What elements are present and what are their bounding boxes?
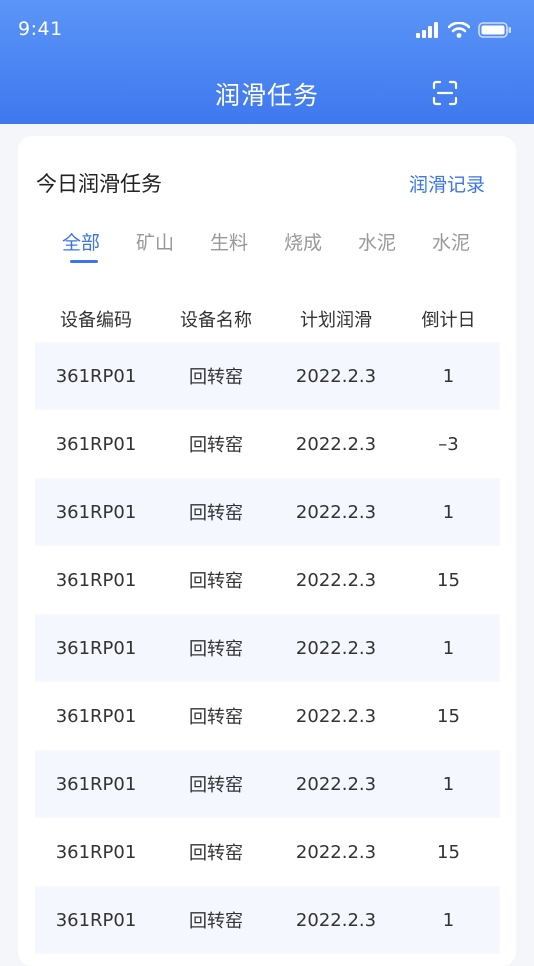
- tab-label: 全部: [61, 232, 100, 254]
- tab-label: 矿山: [135, 232, 174, 254]
- cell-countdown: 1: [442, 773, 455, 795]
- table-row[interactable]: 361RP01 回转窑 2022.2.3 1: [35, 614, 500, 682]
- signal-icon: [416, 22, 438, 38]
- cell-device-code: 361RP01: [55, 773, 137, 795]
- wifi-icon: [448, 22, 470, 38]
- cell-device-code: 361RP01: [55, 909, 137, 931]
- cell-planned-date: 2022.2.3: [295, 773, 377, 795]
- header-planned-date: 计划润滑: [300, 310, 372, 331]
- tab-all[interactable]: 全部: [44, 228, 118, 268]
- tab-firing[interactable]: 烧成: [266, 228, 340, 268]
- cell-countdown: 1: [442, 637, 455, 659]
- tab-mine[interactable]: 矿山: [118, 228, 192, 268]
- cell-device-code: 361RP01: [55, 841, 137, 863]
- cell-device-name: 回转窑: [189, 571, 243, 592]
- cell-device-name: 回转窑: [189, 503, 243, 524]
- cell-countdown: 15: [437, 705, 460, 727]
- cell-countdown: 15: [437, 569, 460, 591]
- tab-label: 烧成: [283, 232, 322, 254]
- header-device-code: 设备编码: [60, 310, 132, 331]
- app-header: 9:41 润滑任务: [0, 0, 534, 124]
- table-row[interactable]: 361RP01 回转窑 2022.2.3 15: [35, 546, 500, 614]
- cell-device-code: 361RP01: [55, 433, 137, 455]
- tab-cement-2[interactable]: 水泥: [414, 228, 488, 268]
- tab-raw-material[interactable]: 生料: [192, 228, 266, 268]
- cell-planned-date: 2022.2.3: [295, 909, 377, 931]
- cell-device-name: 回转窑: [189, 367, 243, 388]
- task-table: 设备编码 设备名称 计划润滑 倒计日 361RP01 回转窑 2022.2.3 …: [35, 296, 500, 954]
- cell-planned-date: 2022.2.3: [295, 637, 377, 659]
- cell-device-name: 回转窑: [189, 435, 243, 456]
- tab-label: 水泥: [357, 232, 396, 254]
- cell-countdown: 1: [442, 909, 455, 931]
- battery-icon: [478, 22, 511, 38]
- scan-icon[interactable]: [432, 80, 458, 106]
- cell-device-name: 回转窑: [189, 843, 243, 864]
- tab-label: 水泥: [431, 232, 470, 254]
- cell-device-name: 回转窑: [189, 639, 243, 660]
- tab-label: 生料: [209, 232, 248, 254]
- cell-device-code: 361RP01: [55, 637, 137, 659]
- table-row[interactable]: 361RP01 回转窑 2022.2.3 1: [35, 886, 500, 954]
- table-row[interactable]: 361RP01 回转窑 2022.2.3 15: [35, 682, 500, 750]
- cell-device-code: 361RP01: [55, 705, 137, 727]
- status-icons: [416, 22, 512, 38]
- lubrication-record-link[interactable]: 润滑记录: [409, 170, 485, 197]
- cell-device-name: 回转窑: [189, 775, 243, 796]
- cell-planned-date: 2022.2.3: [295, 365, 377, 387]
- table-header: 设备编码 设备名称 计划润滑 倒计日: [35, 296, 500, 342]
- cell-device-code: 361RP01: [55, 569, 137, 591]
- cell-planned-date: 2022.2.3: [295, 501, 377, 523]
- cell-device-code: 361RP01: [55, 365, 137, 387]
- header-countdown: 倒计日: [421, 310, 476, 331]
- table-row[interactable]: 361RP01 回转窑 2022.2.3 1: [35, 478, 500, 546]
- cell-planned-date: 2022.2.3: [295, 841, 377, 863]
- cell-device-code: 361RP01: [55, 501, 137, 523]
- active-tab-indicator: [70, 260, 98, 263]
- cell-countdown: 1: [442, 501, 455, 523]
- card-title: 今日润滑任务: [36, 172, 162, 196]
- cell-planned-date: 2022.2.3: [295, 569, 377, 591]
- cell-planned-date: 2022.2.3: [295, 705, 377, 727]
- tab-cement[interactable]: 水泥: [340, 228, 414, 268]
- cell-countdown: 15: [437, 841, 460, 863]
- table-row[interactable]: 361RP01 回转窑 2022.2.3 1: [35, 342, 500, 410]
- cell-countdown: –3: [438, 433, 459, 455]
- status-time: 9:41: [18, 18, 63, 40]
- table-row[interactable]: 361RP01 回转窑 2022.2.3 15: [35, 818, 500, 886]
- status-bar: 9:41: [0, 0, 534, 60]
- cell-device-name: 回转窑: [189, 707, 243, 728]
- task-card: 今日润滑任务 润滑记录 全部 矿山 生料 烧成 水泥 水泥 设备编码 设备名称 …: [18, 136, 516, 966]
- cell-planned-date: 2022.2.3: [295, 433, 377, 455]
- table-row[interactable]: 361RP01 回转窑 2022.2.3 –3: [35, 410, 500, 478]
- cell-device-name: 回转窑: [189, 911, 243, 932]
- category-tabs: 全部 矿山 生料 烧成 水泥 水泥: [44, 228, 488, 268]
- table-row[interactable]: 361RP01 回转窑 2022.2.3 1: [35, 750, 500, 818]
- cell-countdown: 1: [442, 365, 455, 387]
- header-device-name: 设备名称: [180, 310, 252, 331]
